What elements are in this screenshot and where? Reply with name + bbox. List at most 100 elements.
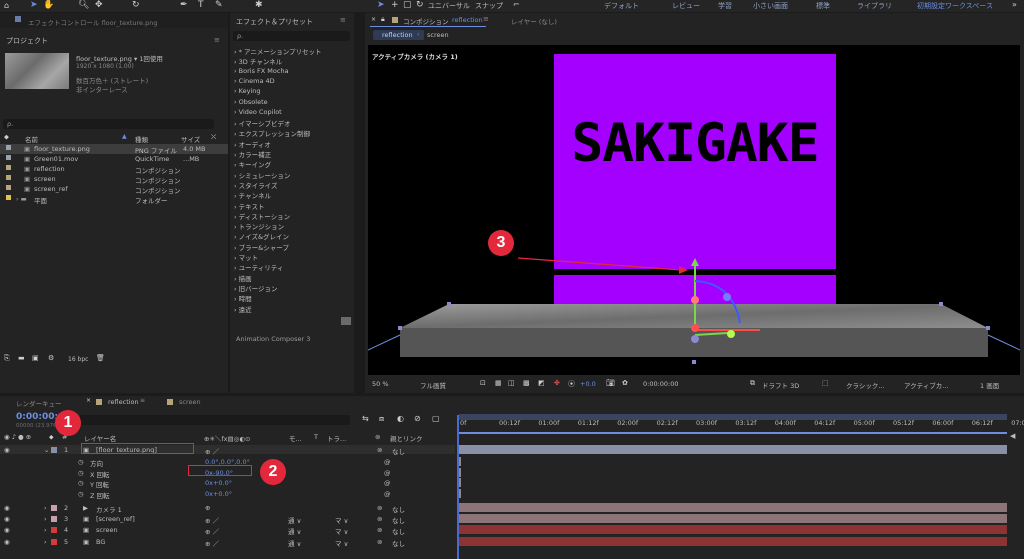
project-item[interactable]: ▣ reflection コンポジション: [0, 164, 228, 175]
layer-name[interactable]: screen: [96, 526, 118, 534]
universal-menu[interactable]: ユニバーサル: [428, 1, 470, 11]
lock-icon[interactable]: 🔒︎: [381, 15, 385, 24]
parent-select[interactable]: なし: [392, 446, 405, 456]
animation-composer-tab[interactable]: Animation Composer 3: [236, 335, 310, 343]
layer-track-bar[interactable]: [459, 445, 1007, 454]
effect-category[interactable]: › カラー補正: [234, 149, 271, 159]
tab-menu-icon[interactable]: ≡: [140, 397, 145, 404]
header-parent[interactable]: 親とリンク: [390, 433, 423, 443]
layer-switches[interactable]: ⊕ ／: [205, 446, 219, 456]
composition-viewport[interactable]: アクティブカメラ (カメラ 1) SAKIGAKE 3: [368, 45, 1020, 375]
keyframe-marker[interactable]: [459, 457, 461, 466]
twirl-icon[interactable]: ›: [44, 504, 47, 512]
expand-icon[interactable]: »: [1012, 0, 1017, 9]
layer-name[interactable]: BG: [96, 538, 105, 546]
effect-category[interactable]: › シミュレーション: [234, 170, 290, 180]
exposure-reset-icon[interactable]: ⦿: [568, 379, 575, 389]
layer-track-bar[interactable]: [459, 514, 1007, 524]
effect-category[interactable]: › Boris FX Mocha: [234, 67, 289, 75]
expression-pick-icon[interactable]: @: [384, 479, 391, 487]
blend-mode-select[interactable]: 通 ∨: [288, 538, 301, 548]
parent-select[interactable]: なし: [392, 515, 405, 525]
track-matte-select[interactable]: マ ∨: [335, 538, 348, 548]
project-search-input[interactable]: ρ.: [3, 119, 214, 129]
trash-icon[interactable]: 🗑︎: [96, 354, 105, 362]
grid-icon[interactable]: ▦: [495, 379, 502, 387]
tab-composition[interactable]: コンポジション: [403, 16, 449, 26]
tab-render-queue[interactable]: レンダーキュー: [16, 398, 62, 408]
column-type[interactable]: 種類: [135, 134, 148, 144]
layer-row[interactable]: ◉ ⌄ 1 ▣ [floor_texture.png] ⊕ ／ ⊚ なし: [0, 445, 455, 456]
workspace-tab[interactable]: 小さい画面: [753, 1, 788, 11]
breadcrumb-screen[interactable]: screen: [427, 31, 449, 39]
project-item[interactable]: ▣ Green01.mov QuickTime ...MB: [0, 154, 228, 164]
hand-tool-icon[interactable]: ✋: [43, 0, 54, 10]
close-icon[interactable]: ×: [371, 16, 376, 23]
renderer-mode-select[interactable]: クラシック...: [846, 380, 885, 390]
stopwatch-icon[interactable]: ◷: [78, 490, 84, 498]
rect-icon[interactable]: ▢: [403, 0, 412, 10]
effect-category[interactable]: › Cinema 4D: [234, 77, 275, 85]
layer-track-bar[interactable]: [459, 536, 1007, 546]
stopwatch-icon[interactable]: ◷: [78, 469, 84, 477]
column-size[interactable]: サイズ: [181, 134, 200, 144]
panel-menu-icon[interactable]: ≡: [214, 36, 220, 44]
parent-pick-icon[interactable]: ⊚: [377, 515, 382, 523]
keyframe-marker[interactable]: [459, 488, 461, 498]
twirl-icon[interactable]: ›: [44, 526, 47, 534]
workspace-tab[interactable]: 初期設定ワークスペース: [917, 1, 993, 11]
visibility-eye-icon[interactable]: ◉: [4, 526, 10, 534]
parent-pick-icon[interactable]: ⊚: [377, 446, 382, 454]
home-icon[interactable]: ⌂: [4, 1, 9, 10]
header-track[interactable]: トラ...: [327, 433, 346, 443]
effect-category[interactable]: › テキスト: [234, 201, 264, 211]
expression-pick-icon[interactable]: @: [384, 458, 391, 466]
effect-category[interactable]: › ノイズ&グレイン: [234, 231, 289, 241]
column-name[interactable]: 名前: [25, 134, 38, 144]
project-item[interactable]: › ▬ 平面 フォルダー: [0, 194, 228, 205]
exposure-value[interactable]: +0.0: [580, 380, 596, 388]
expression-pick-icon[interactable]: @: [384, 490, 391, 498]
effect-category[interactable]: › 時間: [234, 293, 252, 303]
parent-select[interactable]: なし: [392, 504, 405, 514]
text-tool-icon[interactable]: T: [198, 0, 204, 10]
effects-search-input[interactable]: ρ.: [233, 31, 350, 41]
show-channel-icon[interactable]: ✿: [622, 379, 628, 387]
new-comp-icon[interactable]: ▣: [32, 354, 39, 362]
keyframe-marker[interactable]: [459, 478, 461, 487]
camera-icon[interactable]: 📷︎: [606, 379, 615, 387]
effect-category[interactable]: › チャンネル: [234, 190, 271, 200]
blend-mode-select[interactable]: 通 ∨: [288, 515, 301, 525]
effect-category[interactable]: › ブラー&シャープ: [234, 242, 289, 252]
comp-flow-icon[interactable]: ⇆: [362, 414, 369, 423]
effect-category[interactable]: › 遠近: [234, 304, 252, 314]
visibility-eye-icon[interactable]: ◉: [4, 446, 10, 454]
ruler-end-marker[interactable]: ◀: [1010, 432, 1024, 442]
folder-icon[interactable]: ▬: [18, 354, 25, 362]
frame-blend-icon[interactable]: ▢: [432, 414, 440, 423]
keyframe-marker[interactable]: [459, 467, 461, 477]
property-row[interactable]: ◷ Z 回転 0x+0.0° @: [0, 489, 455, 500]
parent-select[interactable]: なし: [392, 526, 405, 536]
effect-category[interactable]: › キーイング: [234, 159, 271, 169]
stopwatch-icon[interactable]: ◷: [78, 479, 84, 487]
effect-control-tab[interactable]: エフェクトコントロール floor_texture.png: [28, 17, 157, 27]
effect-category[interactable]: › オーディオ: [234, 139, 271, 149]
viewer-menu-icon[interactable]: ≡: [483, 15, 489, 23]
renderer-label[interactable]: ドラフト 3D: [762, 380, 799, 390]
selection-tool-icon[interactable]: ➤: [30, 0, 38, 10]
layer-row[interactable]: ◉ › 4 ▣ screen ⊕ ／ 通 ∨ マ ∨ ⊚ なし: [0, 525, 455, 536]
timeline-search-input[interactable]: [80, 415, 350, 425]
header-t[interactable]: T: [314, 433, 318, 441]
workspace-tab[interactable]: 学習: [718, 1, 732, 11]
layer-name[interactable]: [screen_ref]: [96, 515, 135, 523]
parent-select[interactable]: なし: [392, 538, 405, 548]
project-item[interactable]: ▣ floor_texture.png PNG ファイル 4.0 MB: [0, 144, 228, 155]
twirl-icon[interactable]: ⌄: [44, 446, 49, 454]
parent-pick-icon[interactable]: ⊚: [377, 526, 382, 534]
scroll-handle[interactable]: [341, 317, 351, 325]
brush-tool-icon[interactable]: ✎: [215, 0, 223, 10]
tab-comp-name[interactable]: reflection: [452, 16, 483, 24]
transparency-icon[interactable]: ▩: [523, 379, 530, 387]
settings-icon[interactable]: ⚙: [48, 354, 54, 362]
